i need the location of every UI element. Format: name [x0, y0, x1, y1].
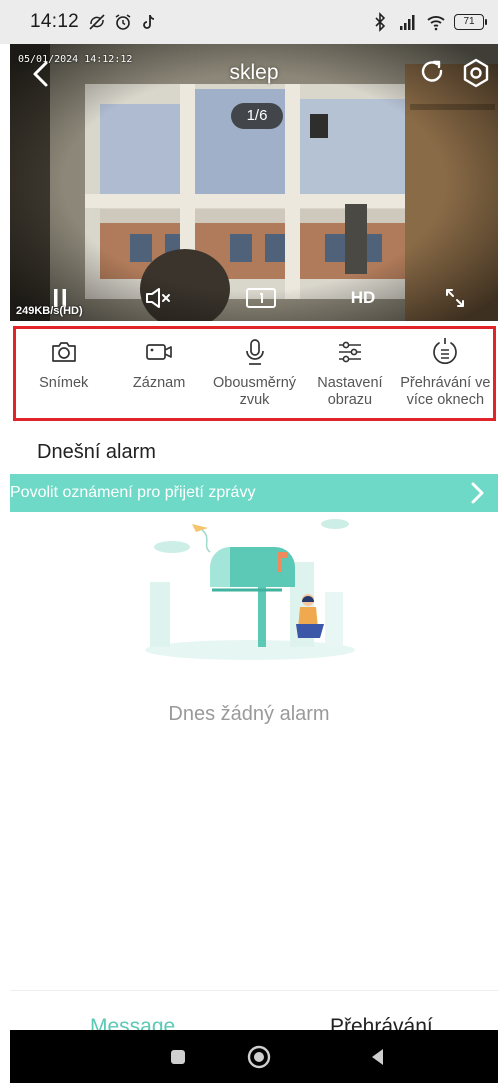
battery-icon: 71 — [454, 14, 487, 30]
record-label: Záznam — [132, 375, 186, 391]
system-navigation-bar — [10, 1030, 498, 1083]
status-icons-left — [87, 12, 159, 32]
hd-toggle[interactable]: HD — [343, 284, 383, 312]
section-title-alarm: Dnešní alarm — [37, 441, 156, 463]
empty-state-text: Dnes žádný alarm — [168, 703, 330, 725]
alarm-clock-icon — [115, 14, 131, 30]
wifi-icon — [427, 16, 445, 31]
bitrate-readout: 249KB/s(HD) — [16, 305, 83, 317]
bottom-tab-bar: Message Přehrávání — [10, 990, 498, 1052]
mute-button[interactable] — [144, 284, 174, 312]
page-indicator: 1/6 — [231, 103, 283, 129]
camera-toolbar: Snímek Záznam Obousměrný zvuk Nastavení … — [13, 326, 496, 421]
signal-icon — [400, 15, 415, 30]
screen-split-button[interactable] — [244, 284, 278, 312]
tiktok-icon — [143, 14, 155, 29]
bluetooth-icon — [375, 12, 386, 32]
home-icon[interactable] — [246, 1044, 272, 1070]
snapshot-button[interactable]: Snímek — [16, 329, 111, 418]
back-triangle-icon[interactable] — [365, 1044, 391, 1070]
multi-window-playback-button[interactable]: Přehrávání ve více oknech — [398, 329, 493, 418]
notification-banner-text: Povolit oznámení pro přijetí zprávy — [10, 484, 256, 501]
sliders-icon — [338, 341, 361, 363]
settings-icon[interactable] — [460, 57, 492, 89]
fullscreen-button[interactable] — [440, 284, 470, 312]
rotate-icon[interactable] — [418, 58, 448, 88]
video-record-icon — [146, 344, 172, 360]
camera-live-view[interactable]: 05/01/2024 14:12:12 sklep 1/6 HD 249KB/s… — [10, 44, 498, 321]
notification-banner[interactable]: Povolit oznámení pro přijetí zprávy — [10, 474, 498, 512]
multi-window-playback-label: Přehrávání ve více oknech — [400, 375, 491, 408]
image-settings-label: Nastavení obrazu — [317, 375, 383, 408]
chevron-right-icon — [471, 482, 484, 504]
snapshot-label: Snímek — [39, 375, 89, 391]
status-bar: 14:12 71 — [0, 0, 498, 44]
two-way-audio-button[interactable]: Obousměrný zvuk — [207, 329, 302, 418]
image-settings-button[interactable]: Nastavení obrazu — [302, 329, 397, 418]
camera-icon — [51, 342, 76, 362]
record-button[interactable]: Záznam — [111, 329, 206, 418]
screen-split-icon — [246, 288, 276, 308]
status-time: 14:12 — [30, 11, 80, 32]
mute-icon — [146, 288, 170, 308]
microphone-icon — [245, 339, 264, 365]
fullscreen-icon — [446, 289, 464, 307]
multi-playback-icon — [433, 338, 458, 364]
empty-mailbox-illustration — [145, 519, 355, 660]
two-way-audio-label: Obousměrný zvuk — [213, 375, 297, 408]
status-icons-right: 71 — [370, 12, 487, 32]
no-sync-icon — [89, 14, 105, 30]
recent-apps-icon[interactable] — [165, 1044, 191, 1070]
